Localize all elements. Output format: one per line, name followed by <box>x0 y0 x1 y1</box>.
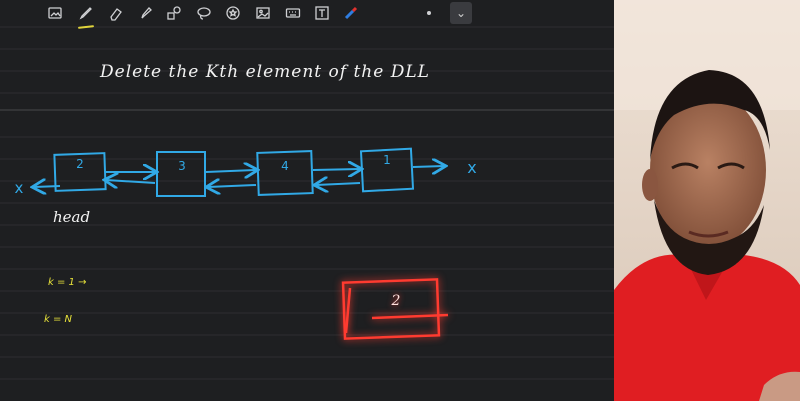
webcam-feed <box>614 0 800 401</box>
presenter-image <box>614 0 800 401</box>
node-value: 2 <box>76 157 84 171</box>
k-equals-n-label: k = N <box>44 314 73 325</box>
k-equals-1-label: k = 1 → <box>48 277 87 288</box>
node-value: 4 <box>281 159 289 173</box>
head-label: head <box>53 208 91 226</box>
notes-canvas[interactable]: ⌄ Delete the Kth element of the DLL 2 3 <box>0 0 614 401</box>
null-left-marker: x <box>15 179 24 197</box>
list-node <box>256 150 314 196</box>
highlight-value: 2 <box>391 293 401 309</box>
linked-list-drawing: 2 3 4 1 x x 2 <box>15 147 477 340</box>
highlight-box <box>341 278 441 340</box>
node-value: 3 <box>178 159 186 173</box>
null-right-marker: x <box>467 158 476 177</box>
node-value: 1 <box>383 153 391 167</box>
